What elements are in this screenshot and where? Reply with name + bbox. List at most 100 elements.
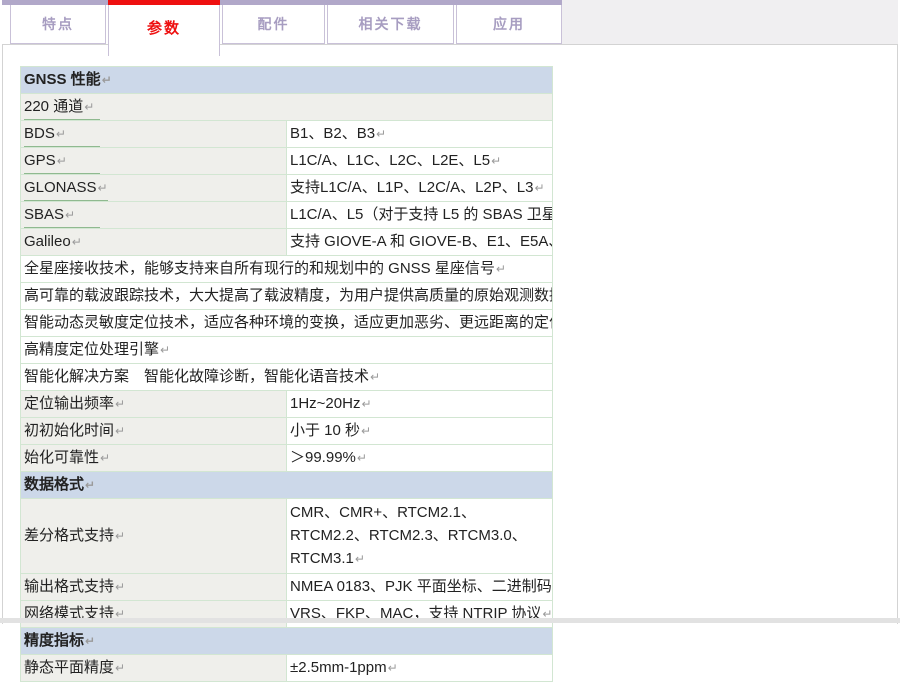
bottom-edge-strip — [0, 618, 900, 623]
text: 高可靠的载波跟踪技术，大大提高了载波精度，为用户提供高质量的原始观测数据 — [24, 287, 553, 304]
cell-text: NMEA 0183、PJK 平面坐标、二进制码↵ — [290, 578, 553, 595]
spec-fullwidth-row: 智能化解决方案 智能化故障诊断，智能化语音技术↵ — [21, 364, 553, 391]
cell-text: GPS↵ — [24, 149, 100, 174]
spec-row: 始化可靠性↵ ＞99.99%↵ — [21, 445, 553, 472]
return-mark: ↵ — [534, 181, 544, 195]
spec-label-cell: 始化可靠性↵ — [21, 445, 287, 472]
tab-parameters[interactable]: 参数 — [108, 5, 220, 56]
cell-text: GNSS 性能↵ — [24, 71, 112, 88]
spec-value-cell: ±2.5mm-1ppm↵ — [287, 655, 553, 682]
text: 初初始化时间 — [24, 422, 114, 439]
return-mark: ↵ — [115, 661, 125, 675]
spec-row: 网络模式支持↵VRS、FKP、MAC，支持 NTRIP 协议↵ — [21, 601, 553, 628]
spec-label-cell: 定位输出频率↵ — [21, 391, 287, 418]
return-mark: ↵ — [115, 529, 125, 543]
tab-label: 参数 — [147, 17, 181, 38]
text: 数据格式 — [24, 476, 84, 493]
text: ＞99.99% — [290, 449, 356, 466]
spec-label-cell: BDS↵ — [21, 121, 287, 148]
spec-label-cell: GPS↵ — [21, 148, 287, 175]
text: GPS — [24, 152, 56, 169]
text: 支持 GIOVE-A 和 GIOVE-B、E1、E5A、E5Б — [290, 233, 553, 250]
spec-row: 初初始化时间↵ 小于 10 秒↵ — [21, 418, 553, 445]
tab-applications[interactable]: 应用 — [456, 5, 562, 44]
text: 高精度定位处理引擎 — [24, 341, 159, 358]
spec-row: 输出格式支持↵NMEA 0183、PJK 平面坐标、二进制码↵ — [21, 574, 553, 601]
tab-accessories[interactable]: 配件 — [222, 5, 325, 44]
cell-text: 支持 GIOVE-A 和 GIOVE-B、E1、E5A、E5Б↵ — [290, 233, 553, 250]
spec-label-cell: 输出格式支持↵ — [21, 574, 287, 601]
text: 智能化解决方案 智能化故障诊断，智能化语音技术 — [24, 368, 369, 385]
return-mark: ↵ — [115, 580, 125, 594]
cell-text: 高精度定位处理引擎↵ — [24, 341, 170, 358]
return-mark: ↵ — [388, 661, 398, 675]
text: Galileo — [24, 233, 71, 250]
cell-text: SBAS↵ — [24, 203, 100, 228]
spec-label-cell: 静态平面精度↵ — [21, 655, 287, 682]
text: CMR、CMR+、RTCM2.1、RTCM2.2、RTCM2.3、RTCM3.0… — [290, 504, 527, 567]
spec-value-cell: 小于 10 秒↵ — [287, 418, 553, 445]
spec-fullwidth-cell: 智能动态灵敏度定位技术，适应各种环境的变换，适应更加恶劣、更远距离的定位环境↵ — [21, 310, 553, 337]
spec-row: 静态平面精度↵±2.5mm-1ppm↵ — [21, 655, 553, 682]
spec-label-cell: 网络模式支持↵ — [21, 601, 287, 628]
return-mark: ↵ — [85, 634, 95, 648]
spec-value-cell: CMR、CMR+、RTCM2.1、RTCM2.2、RTCM2.3、RTCM3.0… — [287, 499, 553, 574]
spec-label-cell: SBAS↵ — [21, 202, 287, 229]
spec-fullwidth-row: 全星座接收技术，能够支持来自所有现行的和规划中的 GNSS 星座信号↵ — [21, 256, 553, 283]
spec-table-body: GNSS 性能↵220 通道↵BDS↵B1、B2、B3↵GPS↵L1C/A、L1… — [21, 67, 553, 682]
return-mark: ↵ — [370, 370, 380, 384]
cell-text: 差分格式支持↵ — [24, 527, 125, 544]
cell-text: 数据格式↵ — [24, 476, 95, 493]
return-mark: ↵ — [72, 235, 82, 249]
return-mark: ↵ — [496, 262, 506, 276]
cell-text: 始化可靠性↵ — [24, 449, 110, 466]
spec-table: GNSS 性能↵220 通道↵BDS↵B1、B2、B3↵GPS↵L1C/A、L1… — [20, 66, 553, 682]
spec-fullwidth-row: 高可靠的载波跟踪技术，大大提高了载波精度，为用户提供高质量的原始观测数据↵ — [21, 283, 553, 310]
spec-fullwidth-cell: 智能化解决方案 智能化故障诊断，智能化语音技术↵ — [21, 364, 553, 391]
text: NMEA 0183、PJK 平面坐标、二进制码 — [290, 578, 552, 595]
spec-fullwidth-cell: 220 通道↵ — [21, 94, 553, 121]
cell-text: 全星座接收技术，能够支持来自所有现行的和规划中的 GNSS 星座信号↵ — [24, 260, 506, 277]
spec-row: BDS↵B1、B2、B3↵ — [21, 121, 553, 148]
section-header-cell: 数据格式↵ — [21, 472, 553, 499]
section-header-cell: GNSS 性能↵ — [21, 67, 553, 94]
cell-text: 220 通道↵ — [24, 95, 100, 120]
cell-text: 初初始化时间↵ — [24, 422, 125, 439]
tab-label: 配件 — [258, 14, 290, 34]
return-mark: ↵ — [84, 100, 94, 114]
section-header-cell: 精度指标↵ — [21, 628, 553, 655]
text: 差分格式支持 — [24, 527, 114, 544]
text: BDS — [24, 125, 55, 142]
text: L1C/A、L5（对于支持 L5 的 SBAS 卫星） — [290, 206, 553, 223]
return-mark: ↵ — [56, 127, 66, 141]
spec-label-cell: GLONASS↵ — [21, 175, 287, 202]
spec-label-cell: 初初始化时间↵ — [21, 418, 287, 445]
return-mark: ↵ — [376, 127, 386, 141]
return-mark: ↵ — [361, 397, 371, 411]
text: 1Hz~20Hz — [290, 395, 360, 412]
text: 智能动态灵敏度定位技术，适应各种环境的变换，适应更加恶劣、更远距离的定位环境 — [24, 314, 553, 331]
text: 始化可靠性 — [24, 449, 99, 466]
cell-text: Galileo↵ — [24, 233, 82, 250]
tab-label: 应用 — [493, 14, 525, 34]
cell-text: 静态平面精度↵ — [24, 659, 125, 676]
spec-value-cell: VRS、FKP、MAC，支持 NTRIP 协议↵ — [287, 601, 553, 628]
return-mark: ↵ — [115, 397, 125, 411]
text: 220 通道 — [24, 98, 83, 115]
cell-text: 高可靠的载波跟踪技术，大大提高了载波精度，为用户提供高质量的原始观测数据↵ — [24, 287, 553, 304]
cell-text: CMR、CMR+、RTCM2.1、RTCM2.2、RTCM2.3、RTCM3.0… — [290, 504, 527, 567]
cell-text: 定位输出频率↵ — [24, 395, 125, 412]
spec-row: GLONASS↵支持L1C/A、L1P、L2C/A、L2P、L3↵ — [21, 175, 553, 202]
spec-fullwidth-row: 智能动态灵敏度定位技术，适应各种环境的变换，适应更加恶劣、更远距离的定位环境↵ — [21, 310, 553, 337]
return-mark: ↵ — [491, 154, 501, 168]
text: ±2.5mm-1ppm — [290, 659, 387, 676]
tab-features[interactable]: 特点 — [10, 5, 106, 44]
spec-value-cell: 支持L1C/A、L1P、L2C/A、L2P、L3↵ — [287, 175, 553, 202]
text: L1C/A、L1C、L2C、L2E、L5 — [290, 152, 490, 169]
section-header-row: 精度指标↵ — [21, 628, 553, 655]
spec-row: GPS↵ L1C/A、L1C、L2C、L2E、L5↵ — [21, 148, 553, 175]
cell-text: ＞99.99%↵ — [290, 449, 367, 466]
cell-text: 输出格式支持↵ — [24, 578, 125, 595]
tab-downloads[interactable]: 相关下载 — [327, 5, 454, 44]
spec-value-cell: L1C/A、L5（对于支持 L5 的 SBAS 卫星）↵ — [287, 202, 553, 229]
